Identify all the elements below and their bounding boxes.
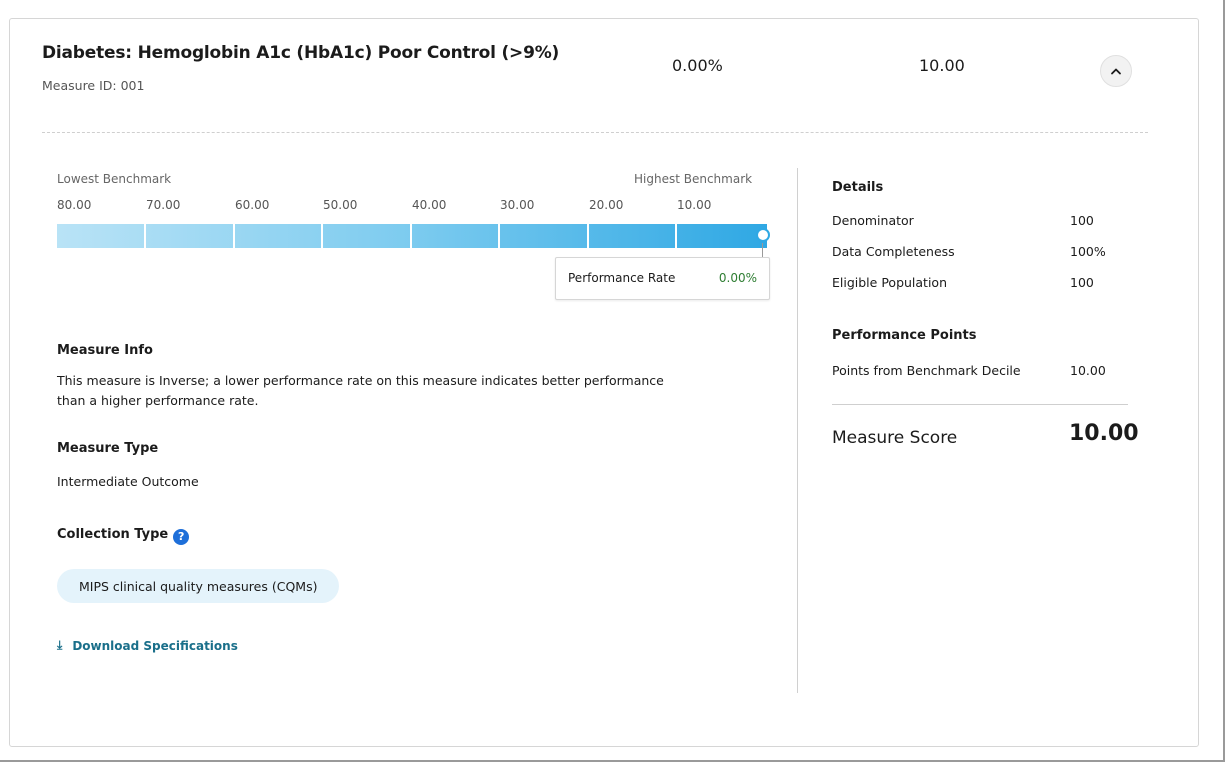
benchmark-segment-divider [587,224,589,248]
benchmark-segment-divider [410,224,412,248]
performance-points-row-label: Points from Benchmark Decile [832,363,1021,378]
performance-rate-label: Performance Rate [568,271,676,285]
benchmark-segment-divider [675,224,677,248]
benchmark-tick: 80.00 [57,198,92,212]
performance-points-row-value: 10.00 [1070,363,1106,378]
collection-type-chip: MIPS clinical quality measures (CQMs) [57,569,340,603]
performance-rate-tooltip: Performance Rate 0.00% [555,257,770,300]
score-divider [832,404,1128,405]
performance-marker [756,228,770,242]
details-row-label: Data Completeness [832,244,955,259]
performance-marker-line [762,243,763,257]
collection-type-heading: Collection Type? [57,527,190,545]
benchmark-tick: 40.00 [412,198,447,212]
details-row-label: Eligible Population [832,275,947,290]
download-label: Download Specifications [72,638,238,653]
benchmark-segment-divider [498,224,500,248]
details-heading: Details [832,180,884,195]
download-specifications-link[interactable]: ⤓ Download Specifications [57,638,238,653]
collection-type-label: Collection Type [57,527,169,542]
collapse-button[interactable] [1100,55,1132,87]
benchmark-segment-divider [233,224,235,248]
measure-info-text-line1: This measure is Inverse; a lower perform… [57,373,664,388]
details-row-value: 100 [1070,275,1094,290]
details-row-label: Denominator [832,213,914,228]
header-divider [42,132,1148,133]
performance-rate-value: 0.00% [718,271,757,285]
benchmark-tick: 60.00 [235,198,270,212]
benchmark-segment-divider [144,224,146,248]
benchmark-segment-divider [321,224,323,248]
benchmark-tick: 70.00 [146,198,181,212]
highest-benchmark-label: Highest Benchmark [634,172,753,186]
performance-points-heading: Performance Points [832,328,977,343]
measure-id: Measure ID: 001 [42,78,145,93]
benchmark-bar [57,224,767,248]
chevron-up-icon [1110,67,1122,75]
measure-title: Diabetes: Hemoglobin A1c (HbA1c) Poor Co… [42,43,560,63]
measure-type-heading: Measure Type [57,441,159,456]
measure-score-label: Measure Score [832,428,958,448]
measure-info-heading: Measure Info [57,343,153,358]
download-icon: ⤓ [57,638,63,652]
measure-info-text-line2: than a higher performance rate. [57,393,259,408]
measure-score-value: 10.00 [1069,421,1139,446]
benchmark-tick: 20.00 [589,198,624,212]
header-performance-rate: 0.00% [672,56,723,75]
question-circle-icon[interactable]: ? [173,529,190,545]
lowest-benchmark-label: Lowest Benchmark [57,172,172,186]
benchmark-tick: 10.00 [677,198,712,212]
details-row-value: 100% [1070,244,1106,259]
benchmark-tick: 30.00 [500,198,535,212]
column-divider [797,168,798,693]
details-row-value: 100 [1070,213,1094,228]
benchmark-tick: 50.00 [323,198,358,212]
measure-type-value: Intermediate Outcome [57,474,199,489]
header-score: 10.00 [919,56,965,75]
